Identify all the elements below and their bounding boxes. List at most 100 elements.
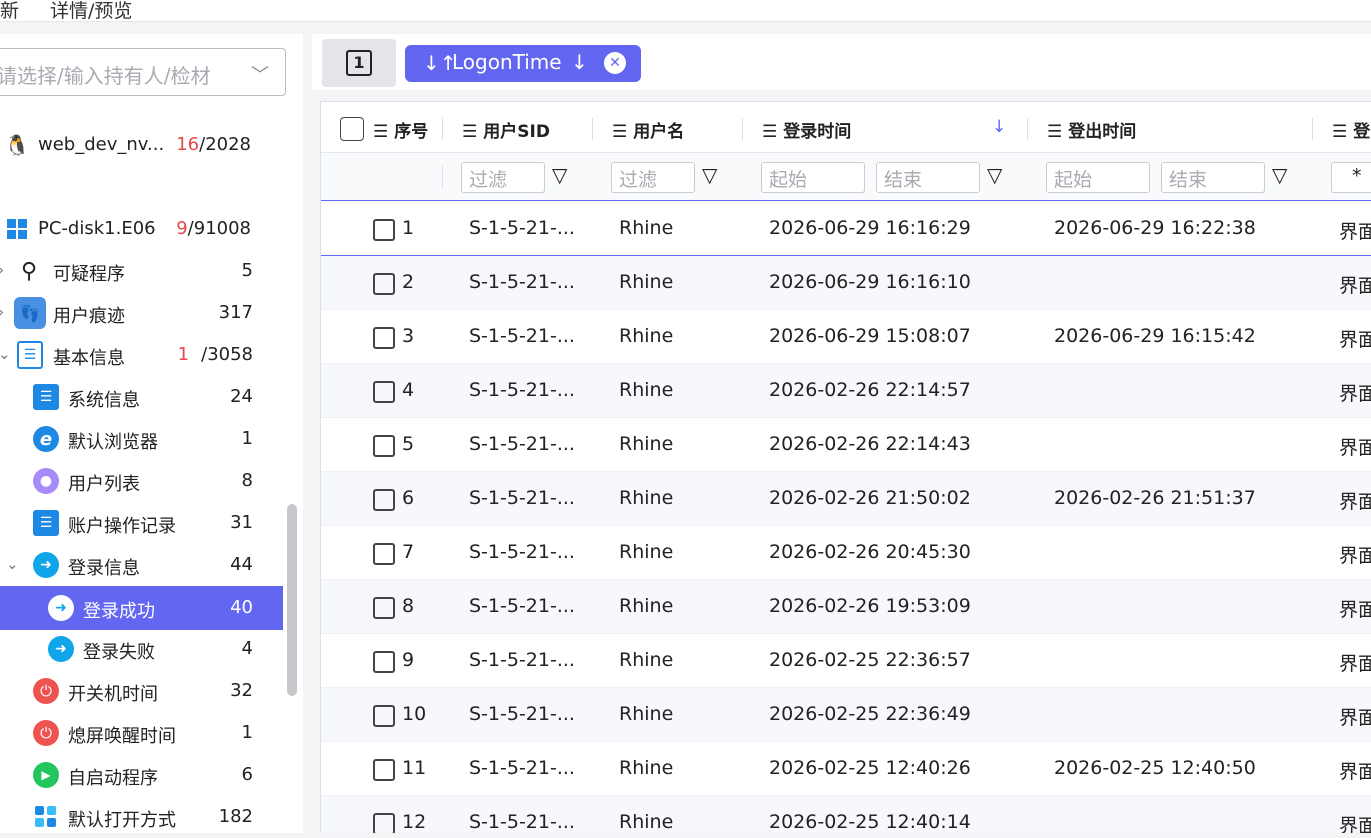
tab-new[interactable]: 新 [0, 0, 19, 23]
column-header-logoff-time[interactable]: ☰ 登出时间 [1047, 117, 1136, 142]
cell-sid: S-1-5-21-... [469, 487, 575, 509]
cell-sid: S-1-5-21-... [469, 703, 575, 725]
table-row[interactable]: 10 S-1-5-21-... Rhine 2026-02-25 22:36:49 界面 [321, 688, 1371, 742]
filter-row: 过滤 ▽ 过滤 ▽ 起始 结束 ▽ 起始 结束 ▽ * [321, 153, 1371, 201]
row-checkbox[interactable] [373, 489, 395, 511]
tree-item-account-ops[interactable]: ☰ 账户操作记录 31 [0, 502, 283, 544]
tree-item-autostart[interactable]: ▶ 自启动程序 6 [0, 754, 283, 796]
logon-end-input[interactable]: 结束 [876, 162, 980, 193]
row-checkbox[interactable] [373, 705, 395, 727]
tree-item-user-list[interactable]: ● 用户列表 8 [0, 460, 283, 502]
table-row[interactable]: 11 S-1-5-21-... Rhine 2026-02-25 12:40:26 20… [321, 742, 1371, 796]
cell-username: Rhine [619, 811, 674, 833]
cell-sid: S-1-5-21-... [469, 811, 575, 833]
close-icon[interactable]: ✕ [604, 52, 626, 74]
cell-seq: 10 [402, 703, 427, 725]
holder-select[interactable]: 请选择/输入持有人/检材 ﹀ [0, 48, 286, 96]
cell-seq: 2 [402, 271, 415, 293]
header-label: 登录时间 [783, 122, 852, 142]
cell-username: Rhine [619, 379, 674, 401]
tree-item-basic-info[interactable]: ⌄ ☰ 基本信息 1/3058 [0, 334, 283, 376]
tree-item-pc-disk[interactable]: PC-disk1.E06 9/91008 [0, 208, 283, 250]
page-button[interactable]: 1 [322, 39, 396, 87]
cell-sid: S-1-5-21-... [469, 271, 575, 293]
tree-item-system-info[interactable]: ☰ 系统信息 24 [0, 376, 283, 418]
column-header-seq[interactable]: ☰ 序号 [373, 117, 428, 142]
logoff-end-input[interactable]: 结束 [1161, 162, 1265, 193]
tab-detail-preview[interactable]: 详情/预览 [50, 0, 132, 23]
filter-icon[interactable]: ▽ [702, 163, 717, 187]
table-row[interactable]: 12 S-1-5-21-... Rhine 2026-02-25 12:40:14 界面 [321, 796, 1371, 833]
table-row[interactable]: 6 S-1-5-21-... Rhine 2026-02-26 21:50:02 202… [321, 472, 1371, 526]
tree-item-login-success[interactable]: ➜ 登录成功 40 [0, 586, 283, 630]
tree-item-screen-wake[interactable]: ⏻ 熄屏唤醒时间 1 [0, 712, 283, 754]
filter-icon[interactable]: ▽ [987, 163, 1002, 187]
item-count: 24 [230, 386, 253, 407]
list-icon: ☰ [1332, 122, 1348, 142]
cell-more: 界面 [1339, 545, 1371, 567]
logon-start-input[interactable]: 起始 [761, 162, 865, 193]
logoff-start-input[interactable]: 起始 [1046, 162, 1150, 193]
sort-chip[interactable]: ↓↑ LogonTime ↓ ✕ [405, 45, 641, 82]
row-checkbox[interactable] [373, 273, 395, 295]
filter-icon[interactable]: ▽ [552, 163, 567, 187]
tree-item-web-dev[interactable]: 🐧 web_dev_nv... 16/2028 [0, 124, 283, 166]
item-count: 1 [241, 722, 253, 743]
table-row[interactable]: 5 S-1-5-21-... Rhine 2026-02-26 22:14:43 界面 [321, 418, 1371, 472]
tree-item-default-browser[interactable]: e 默认浏览器 1 [0, 418, 283, 460]
tree-item-label: 登录失败 [83, 642, 155, 663]
row-checkbox[interactable] [373, 381, 395, 403]
windows-icon [4, 216, 30, 242]
table-row[interactable]: 1 S-1-5-21-... Rhine 2026-06-29 16:16:29 202… [321, 202, 1371, 256]
tree-item-power-time[interactable]: ⏻ 开关机时间 32 [0, 670, 283, 712]
tree-item-label: web_dev_nv... [38, 134, 165, 155]
list-icon: ☰ [17, 341, 43, 369]
column-header-logon-time[interactable]: ☰ 登录时间 [762, 117, 851, 142]
table-row[interactable]: 7 S-1-5-21-... Rhine 2026-02-26 20:45:30 界面 [321, 526, 1371, 580]
evidence-tree-sidebar: 请选择/输入持有人/检材 ﹀ 🐧 web_dev_nv... 16/2028 P… [0, 34, 303, 833]
row-checkbox[interactable] [373, 597, 395, 619]
tree-item-user-traces[interactable]: › 👣 用户痕迹 317 [0, 292, 283, 334]
sort-desc-icon[interactable]: ↓ [992, 117, 1006, 137]
column-header-username[interactable]: ☰ 用户名 [612, 117, 684, 142]
username-filter-input[interactable]: 过滤 [611, 162, 695, 193]
tree-item-label: 用户痕迹 [53, 306, 125, 327]
table-row[interactable]: 2 S-1-5-21-... Rhine 2026-06-29 16:16:10 界面 [321, 256, 1371, 310]
cell-logon-time: 2026-06-29 15:08:07 [769, 325, 971, 347]
table-row[interactable]: 8 S-1-5-21-... Rhine 2026-02-26 19:53:09 界面 [321, 580, 1371, 634]
table-row[interactable]: 9 S-1-5-21-... Rhine 2026-02-25 22:36:57 界面 [321, 634, 1371, 688]
chevron-down-icon: ﹀ [251, 65, 269, 86]
total-count: /3058 [201, 344, 253, 365]
more-filter-select[interactable]: * [1331, 162, 1371, 193]
tree-item-default-open[interactable]: 默认打开方式 182 [0, 796, 283, 838]
table-row[interactable]: 4 S-1-5-21-... Rhine 2026-02-26 22:14:57 界面 [321, 364, 1371, 418]
sid-filter-input[interactable]: 过滤 [461, 162, 545, 193]
tree-item-label: 登录成功 [83, 601, 155, 622]
tree-item-login-info[interactable]: ⌄ ➜ 登录信息 44 [0, 544, 283, 586]
sidebar-scrollbar[interactable] [287, 504, 297, 696]
row-checkbox[interactable] [373, 219, 395, 241]
table-row[interactable]: 3 S-1-5-21-... Rhine 2026-06-29 15:08:07 202… [321, 310, 1371, 364]
cell-more: 界面 [1339, 383, 1371, 405]
tree-item-label: 账户操作记录 [68, 516, 176, 537]
item-count: 31 [230, 512, 253, 533]
tree-item-label: 可疑程序 [53, 264, 125, 285]
row-checkbox[interactable] [373, 759, 395, 781]
column-header-sid[interactable]: ☰ 用户SID [462, 117, 550, 142]
row-checkbox[interactable] [373, 651, 395, 673]
row-checkbox[interactable] [373, 543, 395, 565]
select-all-checkbox[interactable] [340, 117, 364, 141]
cell-seq: 8 [402, 595, 415, 617]
row-checkbox[interactable] [373, 813, 395, 833]
column-header-more[interactable]: ☰ 登 [1332, 117, 1370, 142]
row-checkbox[interactable] [373, 435, 395, 457]
column-divider [442, 166, 443, 188]
column-divider [442, 118, 443, 140]
cell-more: 界面 [1339, 275, 1371, 297]
tree-item-login-failed[interactable]: ➜ 登录失败 4 [0, 628, 283, 670]
tree-item-suspicious[interactable]: › ⚲ 可疑程序 5 [0, 250, 283, 292]
row-checkbox[interactable] [373, 327, 395, 349]
filter-icon[interactable]: ▽ [1272, 163, 1287, 187]
cell-logon-time: 2026-06-29 16:16:29 [769, 217, 971, 239]
cell-sid: S-1-5-21-... [469, 325, 575, 347]
